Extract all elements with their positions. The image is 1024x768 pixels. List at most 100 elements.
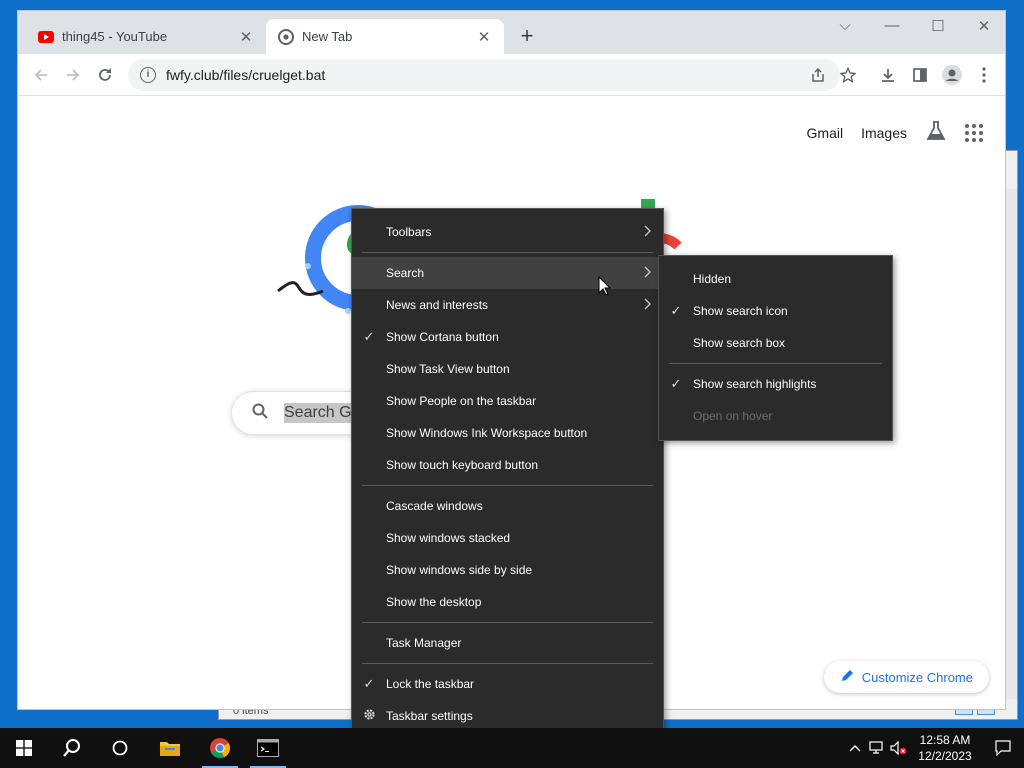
windows-taskbar[interactable]: 12:58 AM 12/2/2023 <box>0 728 1024 768</box>
volume-muted-icon[interactable] <box>888 728 910 768</box>
menu-item-show-people[interactable]: Show People on the taskbar <box>352 385 663 417</box>
bookmark-star-icon[interactable] <box>838 65 858 85</box>
menu-item-show-windows-stacked[interactable]: Show windows stacked <box>352 522 663 554</box>
tab-new-tab[interactable]: New Tab ✕ <box>266 19 504 54</box>
menu-item-show-touch-keyboard[interactable]: Show touch keyboard button <box>352 449 663 481</box>
menu-item-show-windows-side-by-side[interactable]: Show windows side by side <box>352 554 663 586</box>
menu-separator <box>362 663 653 664</box>
menu-item-label: Taskbar settings <box>386 709 473 723</box>
labs-flask-icon[interactable] <box>925 120 947 145</box>
taskbar-chrome[interactable] <box>196 728 244 768</box>
tab-search-dropdown-icon[interactable]: ⌵ <box>830 17 860 34</box>
menu-item-cascade-windows[interactable]: Cascade windows <box>352 490 663 522</box>
menu-separator <box>362 485 653 486</box>
submenu-item-show-search-icon[interactable]: ✓ Show search icon <box>659 295 892 327</box>
menu-item-label: Hidden <box>693 272 732 286</box>
menu-item-label: Show Windows Ink Workspace button <box>386 426 588 440</box>
menu-item-toolbars[interactable]: Toolbars <box>352 216 663 248</box>
menu-separator <box>362 252 653 253</box>
checkmark-icon: ✓ <box>670 376 682 391</box>
folder-icon <box>160 742 180 756</box>
checkmark-icon: ✓ <box>363 329 375 344</box>
mouse-cursor-icon <box>598 276 612 296</box>
forward-arrow-icon[interactable] <box>62 64 84 86</box>
network-icon[interactable] <box>866 728 888 768</box>
chevron-up-icon[interactable] <box>844 728 866 768</box>
tab-strip: thing45 - YouTube ✕ New Tab ✕ + ⌵ — ☐ ✕ <box>18 11 1005 54</box>
menu-separator <box>669 363 882 364</box>
share-icon[interactable] <box>808 65 828 85</box>
gmail-link[interactable]: Gmail <box>807 125 844 141</box>
minimize-button[interactable]: — <box>877 17 907 34</box>
submenu-item-open-on-hover: Open on hover <box>659 400 892 432</box>
notification-icon[interactable] <box>992 728 1014 768</box>
search-placeholder: Search Go <box>284 403 361 423</box>
new-tab-button[interactable]: + <box>516 25 538 47</box>
top-links: Gmail Images <box>807 120 983 145</box>
submenu-item-show-search-highlights[interactable]: ✓ Show search highlights <box>659 368 892 400</box>
download-icon[interactable] <box>878 65 898 85</box>
start-button[interactable] <box>0 728 48 768</box>
close-window-button[interactable]: ✕ <box>969 17 999 35</box>
taskbar-context-menu: Toolbars Search News and interests ✓ Sho… <box>351 208 664 740</box>
tab-title: thing45 - YouTube <box>62 29 168 44</box>
tab-youtube[interactable]: thing45 - YouTube ✕ <box>26 19 266 54</box>
tab-close-icon[interactable]: ✕ <box>238 28 254 46</box>
search-submenu: Hidden ✓ Show search icon Show search bo… <box>658 255 893 441</box>
side-panel-icon[interactable] <box>910 65 930 85</box>
cortana-icon <box>112 740 128 756</box>
taskbar-file-explorer[interactable] <box>146 728 194 768</box>
cortana-button[interactable] <box>96 728 144 768</box>
menu-item-label: Show touch keyboard button <box>386 458 539 472</box>
menu-item-label: Show search box <box>693 336 786 350</box>
menu-item-show-task-view-button[interactable]: Show Task View button <box>352 353 663 385</box>
menu-item-search[interactable]: Search <box>352 257 663 289</box>
customize-chrome-button[interactable]: Customize Chrome <box>823 661 989 693</box>
profile-avatar-icon[interactable] <box>942 65 962 85</box>
menu-item-label: Show Cortana button <box>386 330 499 344</box>
chrome-icon <box>278 28 294 45</box>
menu-item-label: Show search icon <box>693 304 788 318</box>
gear-icon <box>362 708 376 724</box>
site-info-icon[interactable]: i <box>140 67 156 83</box>
menu-item-label: News and interests <box>386 298 489 312</box>
menu-item-label: Show the desktop <box>386 595 482 609</box>
address-bar[interactable]: i fwfy.club/files/cruelget.bat <box>128 59 840 91</box>
terminal-icon <box>257 739 279 757</box>
menu-item-show-cortana-button[interactable]: ✓ Show Cortana button <box>352 321 663 353</box>
tab-title: New Tab <box>302 29 353 44</box>
maximize-button[interactable]: ☐ <box>923 17 953 35</box>
system-tray: 12:58 AM 12/2/2023 <box>844 728 1024 768</box>
back-arrow-icon[interactable] <box>30 64 52 86</box>
pencil-icon <box>840 669 854 686</box>
menu-item-show-ink-workspace[interactable]: Show Windows Ink Workspace button <box>352 417 663 449</box>
taskbar-clock[interactable]: 12:58 AM 12/2/2023 <box>910 732 980 764</box>
menu-item-show-desktop[interactable]: Show the desktop <box>352 586 663 618</box>
apps-grid-icon[interactable] <box>965 123 983 142</box>
checkmark-icon: ✓ <box>363 676 375 691</box>
address-url: fwfy.club/files/cruelget.bat <box>166 67 326 83</box>
submenu-item-hidden[interactable]: Hidden <box>659 263 892 295</box>
menu-item-task-manager[interactable]: Task Manager <box>352 627 663 659</box>
menu-item-lock-taskbar[interactable]: ✓ Lock the taskbar <box>352 668 663 700</box>
tab-close-icon[interactable]: ✕ <box>476 28 492 46</box>
menu-item-label: Toolbars <box>386 225 432 239</box>
menu-kebab-icon[interactable] <box>974 65 994 85</box>
menu-item-label: Show windows side by side <box>386 563 533 577</box>
submenu-item-show-search-box[interactable]: Show search box <box>659 327 892 359</box>
menu-item-news-and-interests[interactable]: News and interests <box>352 289 663 321</box>
menu-item-label: Cascade windows <box>386 499 483 513</box>
images-link[interactable]: Images <box>861 125 907 141</box>
browser-toolbar: i fwfy.club/files/cruelget.bat <box>18 54 1005 96</box>
chrome-icon <box>210 738 231 759</box>
menu-item-label: Show search highlights <box>693 377 817 391</box>
search-icon <box>252 403 268 424</box>
menu-separator <box>362 622 653 623</box>
menu-item-label: Show windows stacked <box>386 531 511 545</box>
chevron-right-icon <box>644 298 651 310</box>
taskbar-command-prompt[interactable] <box>244 728 292 768</box>
taskbar-search-button[interactable] <box>48 728 96 768</box>
reload-icon[interactable] <box>94 64 116 86</box>
windows-logo-icon <box>16 740 32 756</box>
menu-item-label: Open on hover <box>693 409 773 423</box>
